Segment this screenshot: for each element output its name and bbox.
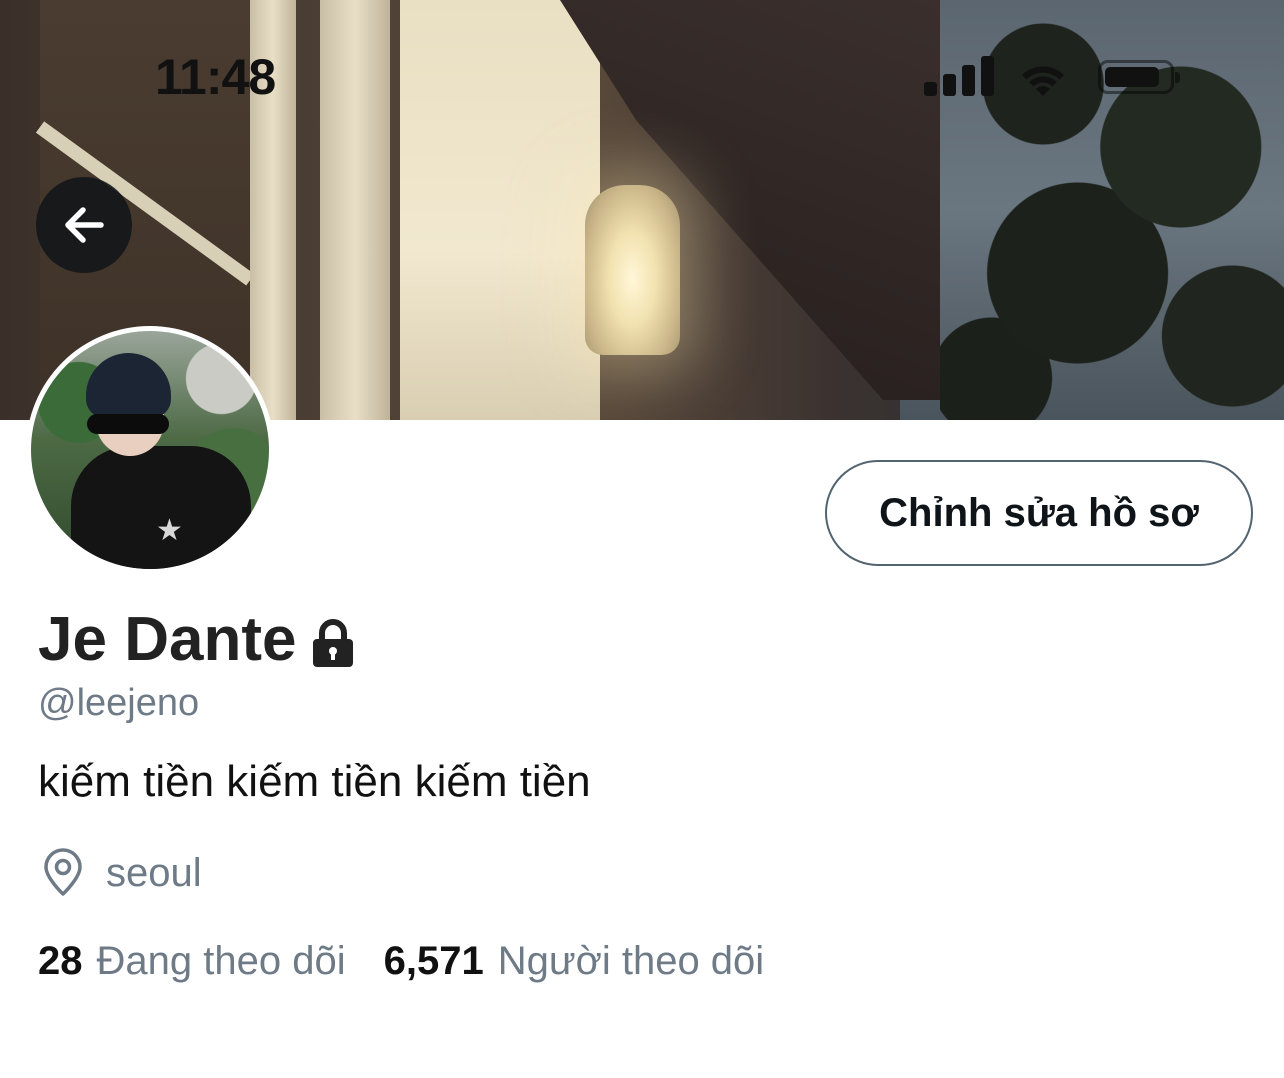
- cellular-signal-icon: [924, 56, 994, 96]
- profile-bio: kiếm tiền kiếm tiền kiếm tiền: [38, 757, 591, 806]
- profile-avatar[interactable]: ★: [26, 326, 274, 574]
- lock-icon: [313, 619, 354, 667]
- location-text: seoul: [106, 851, 202, 895]
- profile-location: seoul: [40, 848, 202, 898]
- following-count: 28: [38, 939, 83, 983]
- profile-name-row: Je Dante: [38, 604, 356, 676]
- banner-lamp: [585, 185, 680, 355]
- avatar-photo: ★: [31, 331, 269, 569]
- battery-icon: [1098, 60, 1180, 94]
- following-link[interactable]: 28 Đang theo dõi: [38, 935, 346, 987]
- back-button[interactable]: [36, 177, 132, 273]
- edit-profile-button[interactable]: Chỉnh sửa hồ sơ: [825, 460, 1253, 566]
- display-name: Je Dante: [38, 605, 297, 674]
- battery-level: [1105, 67, 1159, 87]
- banner-pillar: [320, 0, 390, 420]
- arrow-left-icon: [65, 207, 104, 243]
- status-time: 11:48: [155, 49, 276, 105]
- following-label: Đang theo dõi: [96, 939, 346, 983]
- followers-link[interactable]: 6,571 Người theo dõi: [384, 935, 765, 987]
- location-pin-icon: [44, 848, 82, 896]
- profile-stats: 28 Đang theo dõi 6,571 Người theo dõi: [38, 935, 764, 987]
- wifi-icon: [1022, 66, 1064, 96]
- followers-count: 6,571: [383, 939, 484, 983]
- profile-handle: @leejeno: [38, 682, 200, 724]
- followers-label: Người theo dõi: [497, 939, 765, 983]
- banner-facade: [400, 0, 600, 420]
